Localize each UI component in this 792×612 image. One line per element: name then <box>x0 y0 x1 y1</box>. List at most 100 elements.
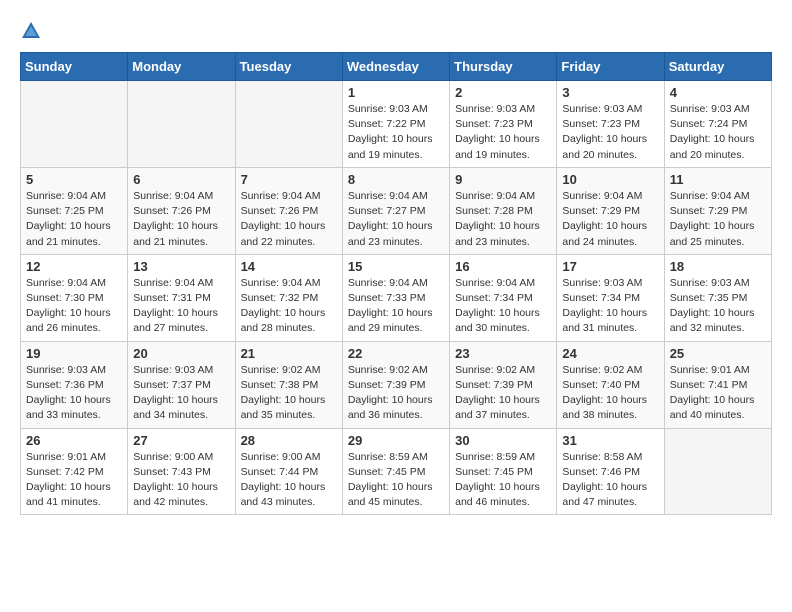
calendar-day: 31 Sunrise: 8:58 AM Sunset: 7:46 PM Dayli… <box>557 428 664 515</box>
day-info: Sunrise: 9:04 AM Sunset: 7:28 PM Dayligh… <box>455 189 551 250</box>
day-of-week-header: Wednesday <box>342 53 449 81</box>
day-info: Sunrise: 9:04 AM Sunset: 7:29 PM Dayligh… <box>562 189 658 250</box>
day-number: 21 <box>241 346 337 361</box>
day-number: 4 <box>670 85 766 100</box>
calendar-day: 10 Sunrise: 9:04 AM Sunset: 7:29 PM Dayli… <box>557 167 664 254</box>
calendar-day: 9 Sunrise: 9:04 AM Sunset: 7:28 PM Daylig… <box>450 167 557 254</box>
day-number: 7 <box>241 172 337 187</box>
day-number: 25 <box>670 346 766 361</box>
calendar-empty-day <box>21 81 128 168</box>
calendar-day: 12 Sunrise: 9:04 AM Sunset: 7:30 PM Dayli… <box>21 254 128 341</box>
calendar-week-row: 12 Sunrise: 9:04 AM Sunset: 7:30 PM Dayli… <box>21 254 772 341</box>
day-info: Sunrise: 9:04 AM Sunset: 7:30 PM Dayligh… <box>26 276 122 337</box>
calendar-day: 23 Sunrise: 9:02 AM Sunset: 7:39 PM Dayli… <box>450 341 557 428</box>
calendar-day: 8 Sunrise: 9:04 AM Sunset: 7:27 PM Daylig… <box>342 167 449 254</box>
day-number: 15 <box>348 259 444 274</box>
day-of-week-header: Thursday <box>450 53 557 81</box>
calendar-day: 27Sunrise: 9:00 AM Sunset: 7:43 PM Dayli… <box>128 428 235 515</box>
day-info: Sunrise: 9:03 AM Sunset: 7:36 PM Dayligh… <box>26 363 122 424</box>
day-info: Sunrise: 9:04 AM Sunset: 7:29 PM Dayligh… <box>670 189 766 250</box>
day-number: 31 <box>562 433 658 448</box>
day-info: Sunrise: 9:00 AM Sunset: 7:44 PM Dayligh… <box>241 450 337 511</box>
calendar-header-row: SundayMondayTuesdayWednesdayThursdayFrid… <box>21 53 772 81</box>
calendar-day: 1 Sunrise: 9:03 AM Sunset: 7:22 PM Daylig… <box>342 81 449 168</box>
day-of-week-header: Saturday <box>664 53 771 81</box>
day-number: 24 <box>562 346 658 361</box>
calendar-day: 7 Sunrise: 9:04 AM Sunset: 7:26 PM Daylig… <box>235 167 342 254</box>
day-number: 1 <box>348 85 444 100</box>
calendar-day: 21 Sunrise: 9:02 AM Sunset: 7:38 PM Dayli… <box>235 341 342 428</box>
day-info: Sunrise: 9:04 AM Sunset: 7:33 PM Dayligh… <box>348 276 444 337</box>
day-number: 5 <box>26 172 122 187</box>
calendar-day: 29 Sunrise: 8:59 AM Sunset: 7:45 PM Dayli… <box>342 428 449 515</box>
day-info: Sunrise: 9:03 AM Sunset: 7:22 PM Dayligh… <box>348 102 444 163</box>
day-info: Sunrise: 9:04 AM Sunset: 7:26 PM Dayligh… <box>241 189 337 250</box>
day-of-week-header: Sunday <box>21 53 128 81</box>
day-number: 29 <box>348 433 444 448</box>
calendar-day: 15 Sunrise: 9:04 AM Sunset: 7:33 PM Dayli… <box>342 254 449 341</box>
day-number: 2 <box>455 85 551 100</box>
calendar-empty-day <box>235 81 342 168</box>
day-info: Sunrise: 9:04 AM Sunset: 7:25 PM Dayligh… <box>26 189 122 250</box>
day-number: 16 <box>455 259 551 274</box>
day-number: 12 <box>26 259 122 274</box>
day-info: Sunrise: 9:04 AM Sunset: 7:34 PM Dayligh… <box>455 276 551 337</box>
day-info: Sunrise: 8:59 AM Sunset: 7:45 PM Dayligh… <box>455 450 551 511</box>
day-info: Sunrise: 8:58 AM Sunset: 7:46 PM Dayligh… <box>562 450 658 511</box>
day-number: 13 <box>133 259 229 274</box>
calendar-day: 11 Sunrise: 9:04 AM Sunset: 7:29 PM Dayli… <box>664 167 771 254</box>
calendar-day: 30Sunrise: 8:59 AM Sunset: 7:45 PM Dayli… <box>450 428 557 515</box>
calendar-day: 17Sunrise: 9:03 AM Sunset: 7:34 PM Dayli… <box>557 254 664 341</box>
day-info: Sunrise: 9:01 AM Sunset: 7:41 PM Dayligh… <box>670 363 766 424</box>
day-info: Sunrise: 9:04 AM Sunset: 7:32 PM Dayligh… <box>241 276 337 337</box>
day-of-week-header: Monday <box>128 53 235 81</box>
day-info: Sunrise: 9:04 AM Sunset: 7:31 PM Dayligh… <box>133 276 229 337</box>
day-of-week-header: Tuesday <box>235 53 342 81</box>
calendar-day: 22Sunrise: 9:02 AM Sunset: 7:39 PM Dayli… <box>342 341 449 428</box>
day-info: Sunrise: 9:03 AM Sunset: 7:37 PM Dayligh… <box>133 363 229 424</box>
day-info: Sunrise: 9:03 AM Sunset: 7:23 PM Dayligh… <box>455 102 551 163</box>
page-header <box>20 20 772 42</box>
calendar-day: 3Sunrise: 9:03 AM Sunset: 7:23 PM Daylig… <box>557 81 664 168</box>
calendar-day: 6 Sunrise: 9:04 AM Sunset: 7:26 PM Daylig… <box>128 167 235 254</box>
calendar-day: 19 Sunrise: 9:03 AM Sunset: 7:36 PM Dayli… <box>21 341 128 428</box>
day-info: Sunrise: 9:00 AM Sunset: 7:43 PM Dayligh… <box>133 450 229 511</box>
day-number: 26 <box>26 433 122 448</box>
calendar-day: 14Sunrise: 9:04 AM Sunset: 7:32 PM Dayli… <box>235 254 342 341</box>
calendar-empty-day <box>664 428 771 515</box>
day-info: Sunrise: 9:04 AM Sunset: 7:27 PM Dayligh… <box>348 189 444 250</box>
calendar-week-row: 26 Sunrise: 9:01 AM Sunset: 7:42 PM Dayli… <box>21 428 772 515</box>
day-number: 11 <box>670 172 766 187</box>
calendar-day: 5 Sunrise: 9:04 AM Sunset: 7:25 PM Daylig… <box>21 167 128 254</box>
day-number: 28 <box>241 433 337 448</box>
day-number: 8 <box>348 172 444 187</box>
day-info: Sunrise: 8:59 AM Sunset: 7:45 PM Dayligh… <box>348 450 444 511</box>
day-number: 22 <box>348 346 444 361</box>
calendar-day: 16 Sunrise: 9:04 AM Sunset: 7:34 PM Dayli… <box>450 254 557 341</box>
calendar-table: SundayMondayTuesdayWednesdayThursdayFrid… <box>20 52 772 515</box>
day-info: Sunrise: 9:04 AM Sunset: 7:26 PM Dayligh… <box>133 189 229 250</box>
logo-icon <box>20 20 42 42</box>
day-number: 23 <box>455 346 551 361</box>
calendar-day: 28 Sunrise: 9:00 AM Sunset: 7:44 PM Dayli… <box>235 428 342 515</box>
logo <box>20 20 46 42</box>
day-number: 9 <box>455 172 551 187</box>
day-number: 10 <box>562 172 658 187</box>
calendar-empty-day <box>128 81 235 168</box>
day-number: 19 <box>26 346 122 361</box>
day-info: Sunrise: 9:03 AM Sunset: 7:35 PM Dayligh… <box>670 276 766 337</box>
calendar-day: 18 Sunrise: 9:03 AM Sunset: 7:35 PM Dayli… <box>664 254 771 341</box>
day-info: Sunrise: 9:02 AM Sunset: 7:39 PM Dayligh… <box>455 363 551 424</box>
day-of-week-header: Friday <box>557 53 664 81</box>
day-info: Sunrise: 9:02 AM Sunset: 7:38 PM Dayligh… <box>241 363 337 424</box>
day-number: 17 <box>562 259 658 274</box>
calendar-day: 25 Sunrise: 9:01 AM Sunset: 7:41 PM Dayli… <box>664 341 771 428</box>
day-info: Sunrise: 9:02 AM Sunset: 7:40 PM Dayligh… <box>562 363 658 424</box>
calendar-week-row: 19 Sunrise: 9:03 AM Sunset: 7:36 PM Dayli… <box>21 341 772 428</box>
day-number: 20 <box>133 346 229 361</box>
calendar-day: 24 Sunrise: 9:02 AM Sunset: 7:40 PM Dayli… <box>557 341 664 428</box>
day-number: 18 <box>670 259 766 274</box>
day-number: 3 <box>562 85 658 100</box>
day-info: Sunrise: 9:01 AM Sunset: 7:42 PM Dayligh… <box>26 450 122 511</box>
day-number: 6 <box>133 172 229 187</box>
